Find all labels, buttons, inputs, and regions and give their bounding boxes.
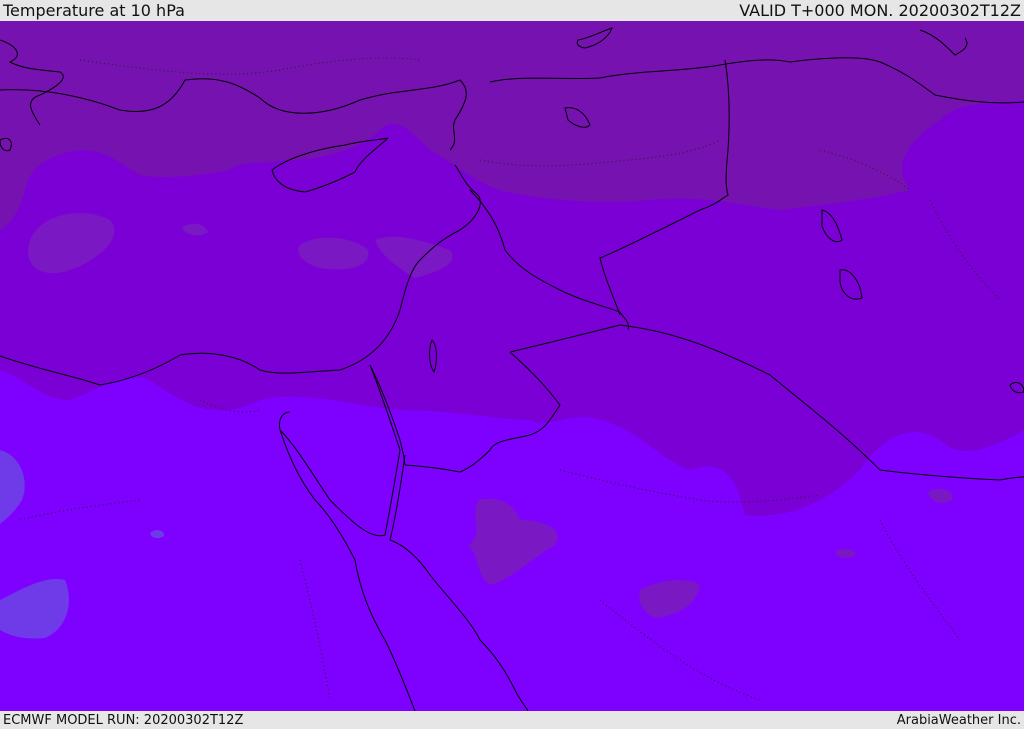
model-run-label: ECMWF MODEL RUN: 20200302T12Z bbox=[3, 712, 244, 728]
map-title: Temperature at 10 hPa bbox=[3, 1, 185, 20]
map-canvas bbox=[0, 21, 1024, 711]
valid-time: VALID T+000 MON. 20200302T12Z bbox=[739, 1, 1021, 20]
weather-map[interactable] bbox=[0, 21, 1024, 711]
header-bar: Temperature at 10 hPa VALID T+000 MON. 2… bbox=[0, 0, 1024, 21]
credit-label: ArabiaWeather Inc. bbox=[896, 712, 1021, 728]
footer-bar: ECMWF MODEL RUN: 20200302T12Z ArabiaWeat… bbox=[0, 711, 1024, 729]
